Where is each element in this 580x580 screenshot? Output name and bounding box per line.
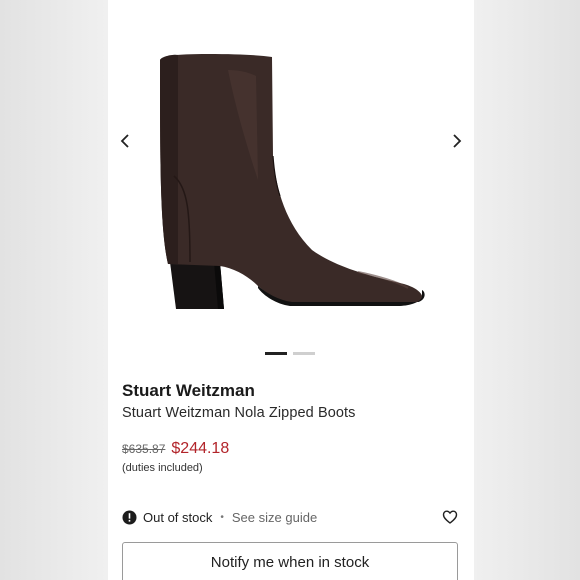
duties-note: (duties included)	[122, 462, 203, 474]
product-image-gallery[interactable]	[108, 0, 474, 340]
stock-status: Out of stock	[143, 509, 213, 525]
chevron-left-icon	[120, 134, 129, 148]
product-image	[160, 54, 425, 309]
separator-dot: •	[220, 511, 224, 523]
sale-price: $244.18	[171, 440, 230, 457]
brand-name: Stuart Weitzman	[122, 381, 255, 400]
gallery-next-button[interactable]	[446, 128, 468, 154]
gallery-dot-active[interactable]	[265, 352, 287, 355]
background-left	[0, 0, 108, 580]
product-screen: Stuart Weitzman Stuart Weitzman Nola Zip…	[108, 0, 474, 580]
heart-icon	[442, 510, 458, 524]
product-title: Stuart Weitzman Nola Zipped Boots	[122, 405, 356, 421]
gallery-pagination	[265, 352, 315, 355]
original-price: $635.87	[122, 442, 166, 456]
wishlist-button[interactable]	[442, 509, 458, 525]
notify-me-button[interactable]: Notify me when in stock	[122, 542, 458, 580]
background-right	[472, 0, 580, 580]
size-guide-link[interactable]: See size guide	[232, 510, 317, 525]
chevron-right-icon	[453, 134, 462, 148]
alert-circle-icon	[122, 510, 137, 525]
availability-row: Out of stock • See size guide	[122, 508, 460, 526]
gallery-dot[interactable]	[293, 352, 315, 355]
price-row: $635.87 $244.18	[122, 440, 229, 458]
gallery-prev-button[interactable]	[114, 128, 136, 154]
